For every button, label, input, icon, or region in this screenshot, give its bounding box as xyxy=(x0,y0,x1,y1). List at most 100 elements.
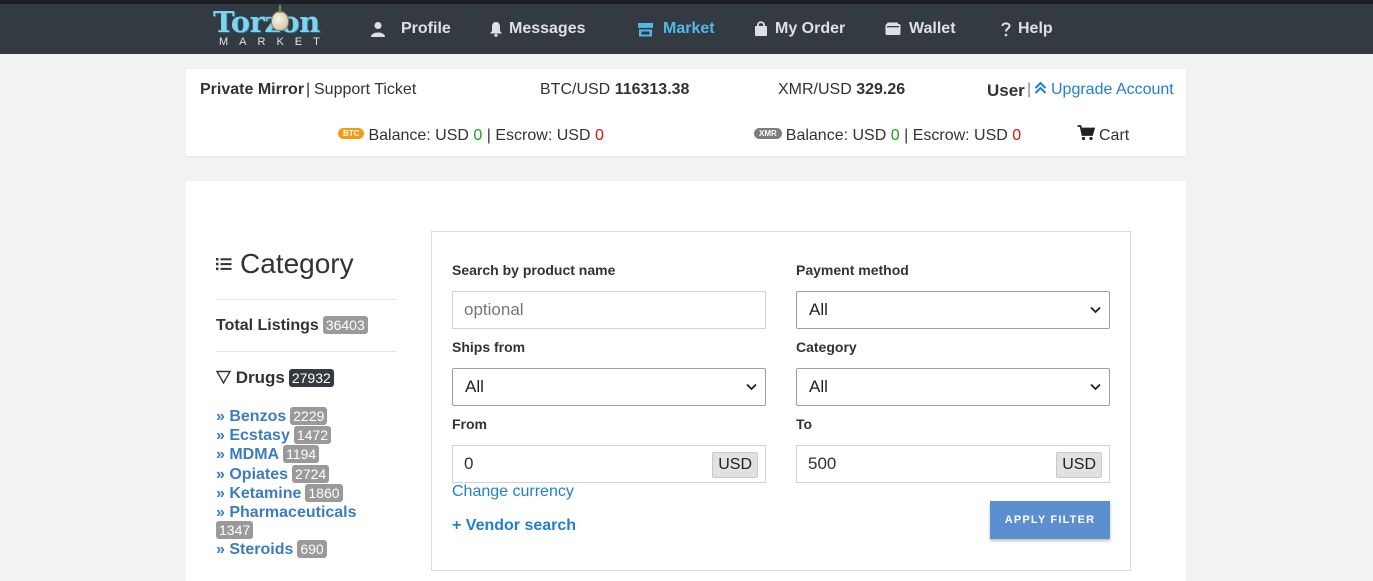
nav-wallet-label: Wallet xyxy=(909,20,956,37)
upgrade-account-link[interactable]: Upgrade Account xyxy=(1034,80,1174,100)
xmr-rate: XMR/USD 329.26 xyxy=(778,80,905,100)
xmr-balance-value: 0 xyxy=(890,127,900,144)
total-listings[interactable]: Total Listings 36403 xyxy=(216,315,368,336)
btc-balance-label: Balance: USD xyxy=(368,127,469,144)
subcategory-ketamine[interactable]: » Ketamine 1860 xyxy=(216,483,343,503)
torzon-logo[interactable]: Torzon MARKET xyxy=(213,5,325,50)
subcategory-label: » Benzos xyxy=(216,408,287,425)
subcategory-count: 1860 xyxy=(305,483,343,502)
xmr-coin-badge: XMR xyxy=(754,128,782,140)
triangle-down-icon xyxy=(215,370,232,385)
support-ticket-link[interactable]: Support Ticket xyxy=(314,80,416,100)
btc-escrow-label: | Escrow: USD xyxy=(486,127,591,144)
price-to-value: 500 xyxy=(808,454,837,473)
subcategory-label: » Ecstasy xyxy=(216,427,290,444)
separator: | xyxy=(306,81,311,98)
nav-messages-label: Messages xyxy=(509,20,586,37)
subcategory-ecstasy[interactable]: » Ecstasy 1472 xyxy=(216,425,331,445)
navbar: Torzon MARKET Profile Messages Market My… xyxy=(0,4,1373,54)
btc-rate-label: BTC/USD xyxy=(540,81,611,98)
ships-from-label: Ships from xyxy=(452,339,526,355)
nav-profile-label: Profile xyxy=(401,20,451,37)
subcategory-label: » Steroids xyxy=(216,541,294,558)
question-icon xyxy=(1001,22,1011,37)
subcategory-label: » MDMA xyxy=(216,446,280,463)
subcategory-steroids[interactable]: » Steroids 690 xyxy=(216,539,327,559)
subcategory-count: 1194 xyxy=(283,444,320,463)
vendor-search-link[interactable]: + Vendor search xyxy=(452,516,576,536)
cart-label: Cart xyxy=(1099,127,1130,144)
subcategory-count: 1347 xyxy=(216,520,254,539)
cart-icon xyxy=(1077,125,1096,141)
list-icon xyxy=(216,258,232,271)
payment-label: Payment method xyxy=(796,262,909,278)
drugs-count: 27932 xyxy=(288,368,334,387)
nav-my-order[interactable]: My Order xyxy=(754,4,845,54)
subcategory-pharmaceuticals[interactable]: » Pharmaceuticals xyxy=(216,503,357,522)
change-currency-link[interactable]: Change currency xyxy=(452,482,574,502)
nav-help[interactable]: Help xyxy=(1001,4,1053,54)
subcategory-label: » Ketamine xyxy=(216,485,302,502)
btc-balance: BTC Balance: USD 0 | Escrow: USD 0 xyxy=(338,126,604,146)
price-to-input[interactable]: 500 USD xyxy=(796,445,1110,483)
divider xyxy=(216,351,396,352)
nav-market-label: Market xyxy=(663,20,715,37)
chevron-down-icon xyxy=(746,383,757,391)
price-from-value: 0 xyxy=(464,454,474,473)
ships-from-value: All xyxy=(465,377,484,396)
currency-unit: USD xyxy=(1056,452,1102,478)
subcategory-mdma[interactable]: » MDMA 1194 xyxy=(216,444,320,464)
xmr-escrow-label: | Escrow: USD xyxy=(904,127,1008,144)
search-input[interactable]: optional xyxy=(452,291,766,329)
total-listings-count: 36403 xyxy=(322,315,368,334)
shopping-bag-icon xyxy=(755,21,767,36)
chevron-down-icon xyxy=(1090,383,1101,391)
nav-messages[interactable]: Messages xyxy=(489,4,586,54)
cart-link[interactable]: Cart xyxy=(1077,125,1129,146)
price-from-label: From xyxy=(452,416,487,432)
drugs-label: Drugs xyxy=(235,368,285,387)
xmr-rate-label: XMR/USD xyxy=(778,81,852,98)
double-chevron-up-icon xyxy=(1034,81,1047,94)
btc-escrow-value: 0 xyxy=(594,127,604,144)
subcategory-label: » Pharmaceuticals xyxy=(216,504,357,521)
nav-market[interactable]: Market xyxy=(637,4,715,54)
username[interactable]: User xyxy=(987,81,1025,101)
category-drugs[interactable]: Drugs 27932 xyxy=(215,368,334,388)
xmr-balance: XMR Balance: USD 0 | Escrow: USD 0 xyxy=(754,126,1021,146)
private-mirror-link[interactable]: Private Mirror xyxy=(200,80,304,100)
btc-rate-value: 116313.38 xyxy=(614,81,690,98)
payment-select-value: All xyxy=(809,300,828,319)
user-separator: | xyxy=(1027,81,1032,98)
subcategory-label: » Opiates xyxy=(216,466,289,483)
ships-from-select[interactable]: All xyxy=(452,368,766,406)
subcategory-opiates[interactable]: » Opiates 2724 xyxy=(216,464,330,484)
price-from-input[interactable]: 0 USD xyxy=(452,445,766,483)
currency-unit: USD xyxy=(712,452,758,478)
btc-rate: BTC/USD 116313.38 xyxy=(540,80,689,100)
price-to-label: To xyxy=(796,416,813,432)
wallet-icon xyxy=(885,22,901,35)
btc-balance-value: 0 xyxy=(473,127,483,144)
category-title: Category xyxy=(240,248,354,279)
nav-my-order-label: My Order xyxy=(775,20,846,37)
subcategory-count: 690 xyxy=(297,539,327,558)
category-label: Category xyxy=(796,339,857,355)
bell-icon xyxy=(490,22,502,37)
onion-icon xyxy=(271,5,289,31)
btc-coin-badge: BTC xyxy=(338,128,365,140)
user-icon xyxy=(371,22,385,37)
apply-filter-button[interactable]: APPLY FILTER xyxy=(990,501,1110,539)
category-heading: Category xyxy=(216,248,354,280)
payment-select[interactable]: All xyxy=(796,291,1110,329)
nav-profile[interactable]: Profile xyxy=(370,4,451,54)
upgrade-account-label: Upgrade Account xyxy=(1051,81,1174,98)
nav-wallet[interactable]: Wallet xyxy=(885,4,956,54)
store-icon xyxy=(638,22,653,36)
search-label: Search by product name xyxy=(452,262,616,278)
xmr-escrow-value: 0 xyxy=(1012,127,1022,144)
category-select-value: All xyxy=(809,377,828,396)
category-select[interactable]: All xyxy=(796,368,1110,406)
divider xyxy=(216,299,396,300)
subcategory-benzos[interactable]: » Benzos 2229 xyxy=(216,406,328,426)
